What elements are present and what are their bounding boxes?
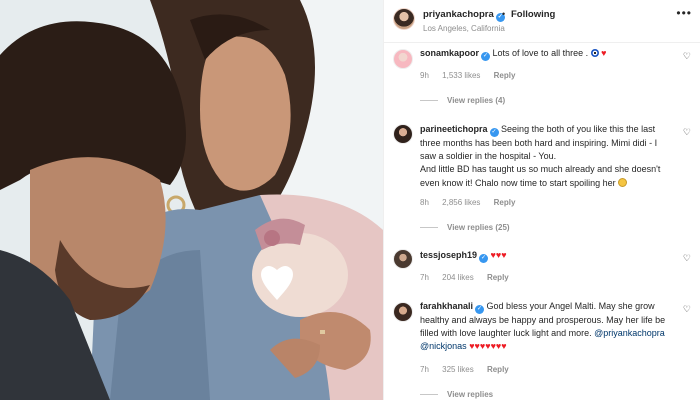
view-replies-button[interactable]: View replies (25) xyxy=(420,223,510,232)
heart-outline-icon[interactable]: ♡ xyxy=(683,253,691,264)
comment-time: 7h xyxy=(420,273,429,282)
comment-time: 7h xyxy=(420,365,429,374)
comments-panel: priyankachopra ✓ • Following Los Angeles,… xyxy=(383,0,700,400)
commenter-avatar[interactable] xyxy=(393,124,413,144)
more-options-icon[interactable]: ••• xyxy=(676,6,692,20)
commenter-username[interactable]: tessjoseph19 xyxy=(420,250,477,260)
comment-likes[interactable]: 204 likes xyxy=(442,273,474,282)
comment-likes[interactable]: 1,533 likes xyxy=(442,71,480,80)
commenter-avatar[interactable] xyxy=(393,302,413,322)
family-photo-illustration xyxy=(0,0,383,400)
verified-badge-icon: ✓ xyxy=(475,305,485,314)
view-replies-button[interactable]: View replies xyxy=(420,390,493,399)
red-heart-emoji-icon: ♥ xyxy=(601,48,607,58)
heart-outline-icon[interactable]: ♡ xyxy=(683,51,691,62)
mention-link[interactable]: @nickjonas xyxy=(420,341,467,351)
evil-eye-emoji-icon xyxy=(590,49,599,57)
view-replies-button[interactable]: View replies (4) xyxy=(420,96,505,105)
verified-badge-icon: ✓ xyxy=(481,52,491,61)
verified-badge-icon: ✓ xyxy=(479,254,489,263)
verified-badge-icon: ✓ xyxy=(489,128,499,137)
reply-button[interactable]: Reply xyxy=(494,198,516,207)
instagram-post: priyankachopra ✓ • Following Los Angeles,… xyxy=(0,0,700,400)
comment-meta: 9h 1,533 likes Reply xyxy=(420,71,526,80)
mention-link[interactable]: @priyankachopra xyxy=(594,328,665,338)
post-location[interactable]: Los Angeles, California xyxy=(423,24,505,33)
heart-outline-icon[interactable]: ♡ xyxy=(683,127,691,138)
commenter-username[interactable]: farahkhanali xyxy=(420,301,473,311)
comment-text: sonamkapoor ✓ Lots of love to all three .… xyxy=(420,47,672,61)
post-header: priyankachopra ✓ • Following Los Angeles,… xyxy=(384,0,700,43)
heart-outline-icon[interactable]: ♡ xyxy=(683,304,691,315)
commenter-username[interactable]: sonamkapoor xyxy=(420,48,479,58)
replies-divider xyxy=(420,394,438,396)
commenter-avatar[interactable] xyxy=(393,249,413,269)
comment-text: farahkhanali ✓ God bless your Angel Malti… xyxy=(420,300,672,354)
comment-time: 8h xyxy=(420,198,429,207)
comment-message: Lots of love to all three . xyxy=(492,48,589,58)
commenter-avatar[interactable] xyxy=(393,49,413,69)
smiley-emoji-icon xyxy=(618,177,628,187)
author-username[interactable]: priyankachopra ✓ xyxy=(423,9,505,22)
commenter-username[interactable]: parineetichopra xyxy=(420,124,488,134)
author-avatar[interactable] xyxy=(393,8,415,30)
comment-meta: 7h 204 likes Reply xyxy=(420,273,520,282)
comment-meta: 8h 2,856 likes Reply xyxy=(420,198,526,207)
red-hearts-emoji-icon: ♥♥♥ xyxy=(490,250,507,260)
reply-button[interactable]: Reply xyxy=(487,365,509,374)
reply-button[interactable]: Reply xyxy=(487,273,509,282)
comment-text: parineetichopra ✓ Seeing the both of you … xyxy=(420,123,672,190)
red-hearts-emoji-icon: ♥♥♥♥♥♥♥ xyxy=(469,341,507,352)
replies-divider xyxy=(420,227,438,229)
replies-divider xyxy=(420,100,438,102)
comment-text: tessjoseph19 ✓ ♥♥♥ xyxy=(420,249,672,263)
comment-likes[interactable]: 2,856 likes xyxy=(442,198,480,207)
reply-button[interactable]: Reply xyxy=(494,71,516,80)
comment-meta: 7h 325 likes Reply xyxy=(420,365,520,374)
separator-dot: • xyxy=(502,9,506,19)
comment-time: 9h xyxy=(420,71,429,80)
comment-likes[interactable]: 325 likes xyxy=(442,365,474,374)
following-button[interactable]: Following xyxy=(511,9,555,20)
comment-list[interactable]: sonamkapoor ✓ Lots of love to all three .… xyxy=(384,43,700,400)
post-photo[interactable] xyxy=(0,0,383,400)
